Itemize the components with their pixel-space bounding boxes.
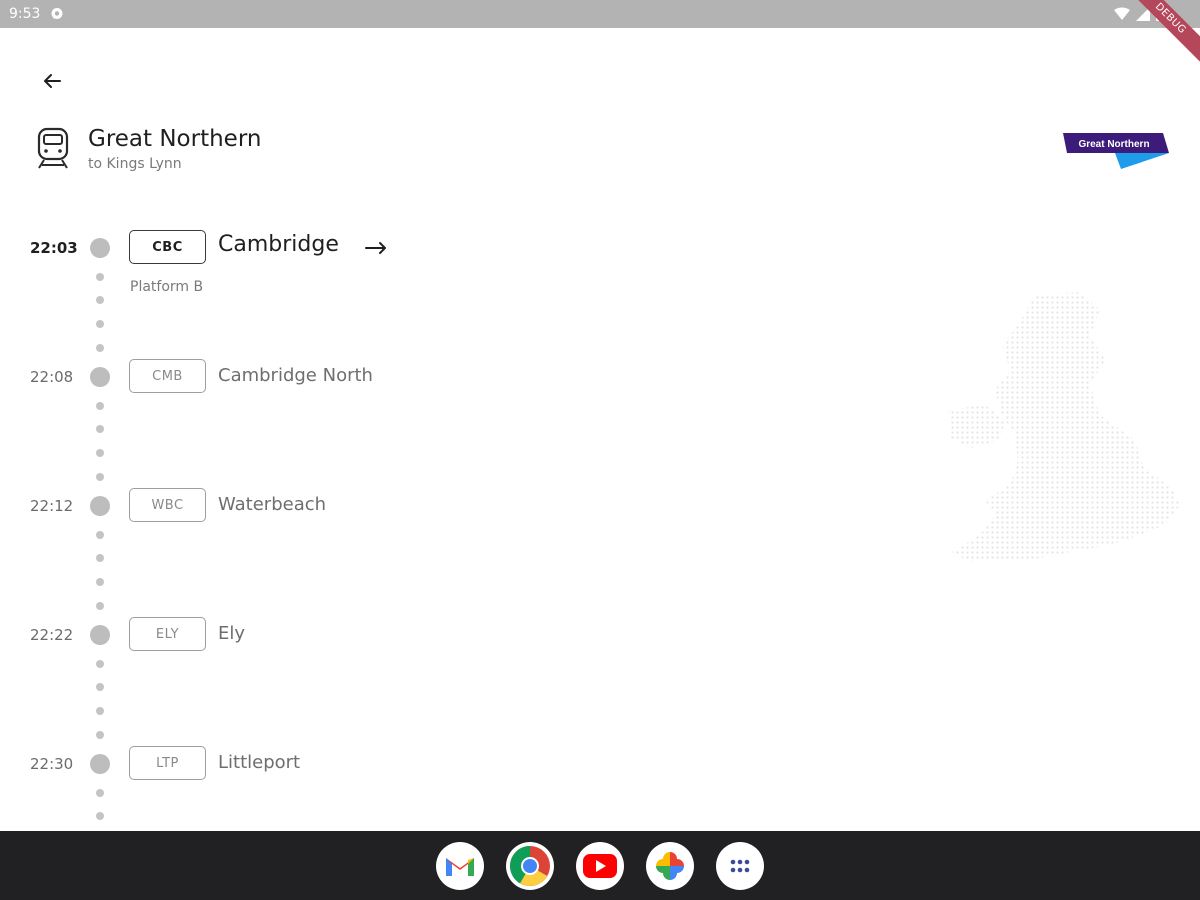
stop-marker: [90, 754, 110, 774]
photos-icon: [656, 852, 684, 880]
wifi-icon: [1114, 7, 1130, 20]
great-northern-logo: Great Northern: [1063, 133, 1169, 169]
station-code: WBC: [129, 488, 206, 522]
station-code: LTP: [129, 746, 206, 780]
stop-marker: [90, 367, 110, 387]
station-name: Cambridge: [218, 232, 339, 257]
apps-grid-icon: [730, 859, 750, 873]
track-dot: [96, 731, 104, 739]
track-dot: [96, 473, 104, 481]
stop-marker: [90, 625, 110, 645]
chrome-icon: [510, 846, 550, 886]
station-name: Cambridge North: [218, 365, 373, 386]
track-dot: [96, 707, 104, 715]
track-dot: [96, 531, 104, 539]
track-dot: [96, 660, 104, 668]
track-dot: [96, 602, 104, 610]
track-dot: [96, 425, 104, 433]
app-drawer-button[interactable]: [716, 842, 764, 890]
logo-text: Great Northern: [1078, 139, 1149, 150]
stop-time: 22:12: [30, 497, 74, 515]
station-name: Littleport: [218, 752, 301, 773]
stop-time: 22:22: [30, 626, 74, 644]
stop-time: 22:08: [30, 368, 74, 386]
stop-row[interactable]: 22:12 WBC Waterbeach: [0, 487, 700, 527]
track-dot: [96, 449, 104, 457]
app-dock: [0, 831, 1200, 900]
station-code: CMB: [129, 359, 206, 393]
station-code: CBC: [129, 230, 206, 264]
youtube-app-button[interactable]: [576, 842, 624, 890]
station-name: Ely: [218, 623, 246, 644]
track-dot: [96, 812, 104, 820]
track-dot: [96, 402, 104, 410]
station-code: ELY: [129, 617, 206, 651]
platform-label: Platform B: [130, 279, 204, 295]
track-dot: [96, 683, 104, 691]
track-dot: [96, 554, 104, 562]
stop-timeline: 22:03 CBC Cambridge Platform B 22:08 CMB…: [0, 0, 700, 900]
stop-row[interactable]: 22:03 CBC Cambridge: [0, 229, 700, 269]
track-dot: [96, 578, 104, 586]
track-dot: [96, 344, 104, 352]
stop-time: 22:30: [30, 755, 74, 773]
stop-marker: [90, 238, 110, 258]
track-dot: [96, 273, 104, 281]
gmail-app-button[interactable]: [436, 842, 484, 890]
youtube-icon: [583, 854, 617, 878]
photos-app-button[interactable]: [646, 842, 694, 890]
uk-map-decoration: [948, 292, 1180, 562]
station-name: Waterbeach: [218, 494, 327, 515]
stop-marker: [90, 496, 110, 516]
track-dot: [96, 789, 104, 797]
gmail-icon: [446, 858, 474, 876]
stop-row[interactable]: 22:08 CMB Cambridge North: [0, 358, 700, 398]
track-dot: [96, 296, 104, 304]
chrome-app-button[interactable]: [506, 842, 554, 890]
arrow-right-icon: [365, 242, 386, 254]
stop-row[interactable]: 22:30 LTP Littleport: [0, 745, 700, 785]
track-dot: [96, 320, 104, 328]
stop-row[interactable]: 22:22 ELY Ely: [0, 616, 700, 656]
stop-time: 22:03: [30, 239, 78, 257]
